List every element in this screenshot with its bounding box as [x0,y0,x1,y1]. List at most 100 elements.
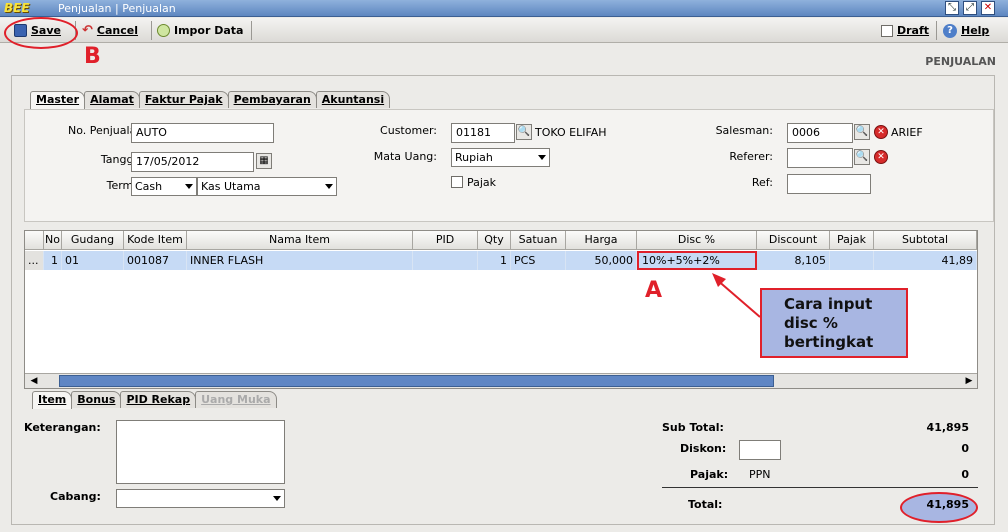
annotation-callout: Cara input disc % bertingkat [760,288,908,358]
ref-input[interactable] [787,174,871,194]
calendar-icon[interactable]: ▦ [256,153,272,169]
help-button[interactable]: ? Help [943,22,989,39]
toolbar-separator [936,21,937,40]
pajak-type: PPN [749,468,771,481]
cell-pajak[interactable] [830,251,874,270]
total-value: 41,895 [926,498,969,511]
cell-harga[interactable]: 50,000 [566,251,637,270]
keterangan-textarea[interactable] [116,420,285,484]
detail-tabs: Item Bonus PID Rekap Uang Muka [32,391,277,409]
tab-master[interactable]: Master [30,91,86,109]
tab-item[interactable]: Item [32,391,73,409]
subtotal-value: 41,895 [926,421,969,434]
pajak-total-label: Pajak: [690,468,729,481]
salesman-label: Salesman: [715,124,773,137]
salesman-name: ARIEF [891,126,923,139]
cell-no[interactable]: 1 [44,251,62,270]
cell-satuan[interactable]: PCS [511,251,566,270]
annotation-b: B [84,44,101,69]
scroll-left-icon[interactable]: ◀ [27,375,41,387]
col-header[interactable]: No [44,231,62,250]
pajak-total-value: 0 [961,468,969,481]
page-heading: PENJUALAN [925,55,996,68]
undo-icon: ↶ [82,23,93,38]
customer-label: Customer: [380,124,437,137]
salesman-code-input[interactable]: 0006 [787,123,853,143]
col-header[interactable]: Subtotal [874,231,977,250]
tab-akuntansi[interactable]: Akuntansi [315,91,391,108]
master-tabs: Master Alamat Faktur Pajak Pembayaran Ak… [30,91,391,109]
toolbar-separator [151,21,152,40]
kas-select[interactable]: Kas Utama [197,177,337,196]
cell-pid[interactable] [413,251,478,270]
col-header[interactable]: PID [413,231,478,250]
toolbar-separator [251,21,252,40]
help-icon: ? [943,23,957,38]
clear-icon[interactable]: ✕ [874,125,888,139]
diskon-label: Diskon: [680,442,727,455]
mata-uang-select[interactable]: Rupiah [451,148,550,167]
clear-icon[interactable]: ✕ [874,150,888,164]
referer-label: Referer: [729,150,773,163]
grid-corner [25,231,44,250]
checkbox-icon [881,24,893,37]
cabang-select[interactable] [116,489,285,508]
maximize-icon[interactable]: ⤢ [963,1,977,15]
draft-checkbox[interactable]: Draft [881,22,929,39]
save-highlight-ring [4,17,78,49]
search-icon[interactable]: 🔍 [854,124,870,140]
impor-data-button[interactable]: Impor Data [157,22,243,39]
totals-divider [662,487,978,488]
close-icon[interactable]: ✕ [981,1,995,15]
cell-subtotal[interactable]: 41,89 [874,251,977,270]
customer-code-input[interactable]: 01181 [451,123,515,143]
termin-select[interactable]: Cash [131,177,197,196]
mata-uang-label: Mata Uang: [373,150,437,163]
annotation-a: A [645,278,663,303]
cell-gudang[interactable]: 01 [62,251,124,270]
col-header[interactable]: Satuan [511,231,566,250]
cell-qty[interactable]: 1 [478,251,511,270]
tab-faktur-pajak[interactable]: Faktur Pajak [138,91,229,108]
col-header[interactable]: Gudang [62,231,124,250]
cabang-label: Cabang: [50,490,101,503]
title-bar: BEE Penjualan | Penjualan ⤡ ⤢ ✕ [0,0,1008,17]
diskon-input[interactable] [739,440,781,460]
tab-pid-rekap[interactable]: PID Rekap [120,391,197,408]
scroll-thumb[interactable] [59,375,774,387]
row-marker[interactable]: ... [25,251,44,270]
cancel-button[interactable]: ↶ Cancel [82,22,138,39]
tab-alamat[interactable]: Alamat [84,91,140,108]
horizontal-scrollbar[interactable]: ◀ ▶ [25,373,977,388]
cell-nama[interactable]: INNER FLASH [187,251,413,270]
col-header[interactable]: Qty [478,231,511,250]
col-header[interactable]: Nama Item [187,231,413,250]
import-icon [157,24,170,37]
no-penjualan-label: No. Penjualan: [68,124,147,137]
customer-name: TOKO ELIFAH [535,126,607,139]
subtotal-label: Sub Total: [662,421,724,434]
tab-uang-muka: Uang Muka [195,391,277,408]
bee-logo: BEE [4,1,30,15]
col-header[interactable]: Disc % [637,231,757,250]
search-icon[interactable]: 🔍 [854,149,870,165]
diskon-value: 0 [961,442,969,455]
restore-icon[interactable]: ⤡ [945,1,959,15]
tanggal-input[interactable]: 17/05/2012 [131,152,254,172]
tab-bonus[interactable]: Bonus [71,391,122,408]
no-penjualan-input[interactable]: AUTO [131,123,274,143]
total-label: Total: [688,498,723,511]
cell-kode[interactable]: 001087 [124,251,187,270]
keterangan-label: Keterangan: [24,421,101,434]
col-header[interactable]: Pajak [830,231,874,250]
referer-input[interactable] [787,148,853,168]
col-header[interactable]: Kode Item [124,231,187,250]
scroll-right-icon[interactable]: ▶ [962,375,976,387]
col-header[interactable]: Discount [757,231,830,250]
tab-pembayaran[interactable]: Pembayaran [227,91,317,108]
pajak-checkbox[interactable] [451,176,463,188]
col-header[interactable]: Harga [566,231,637,250]
window-title: Penjualan | Penjualan [58,2,176,15]
search-icon[interactable]: 🔍 [516,124,532,140]
tanggal-label: Tanggal: [100,153,147,166]
